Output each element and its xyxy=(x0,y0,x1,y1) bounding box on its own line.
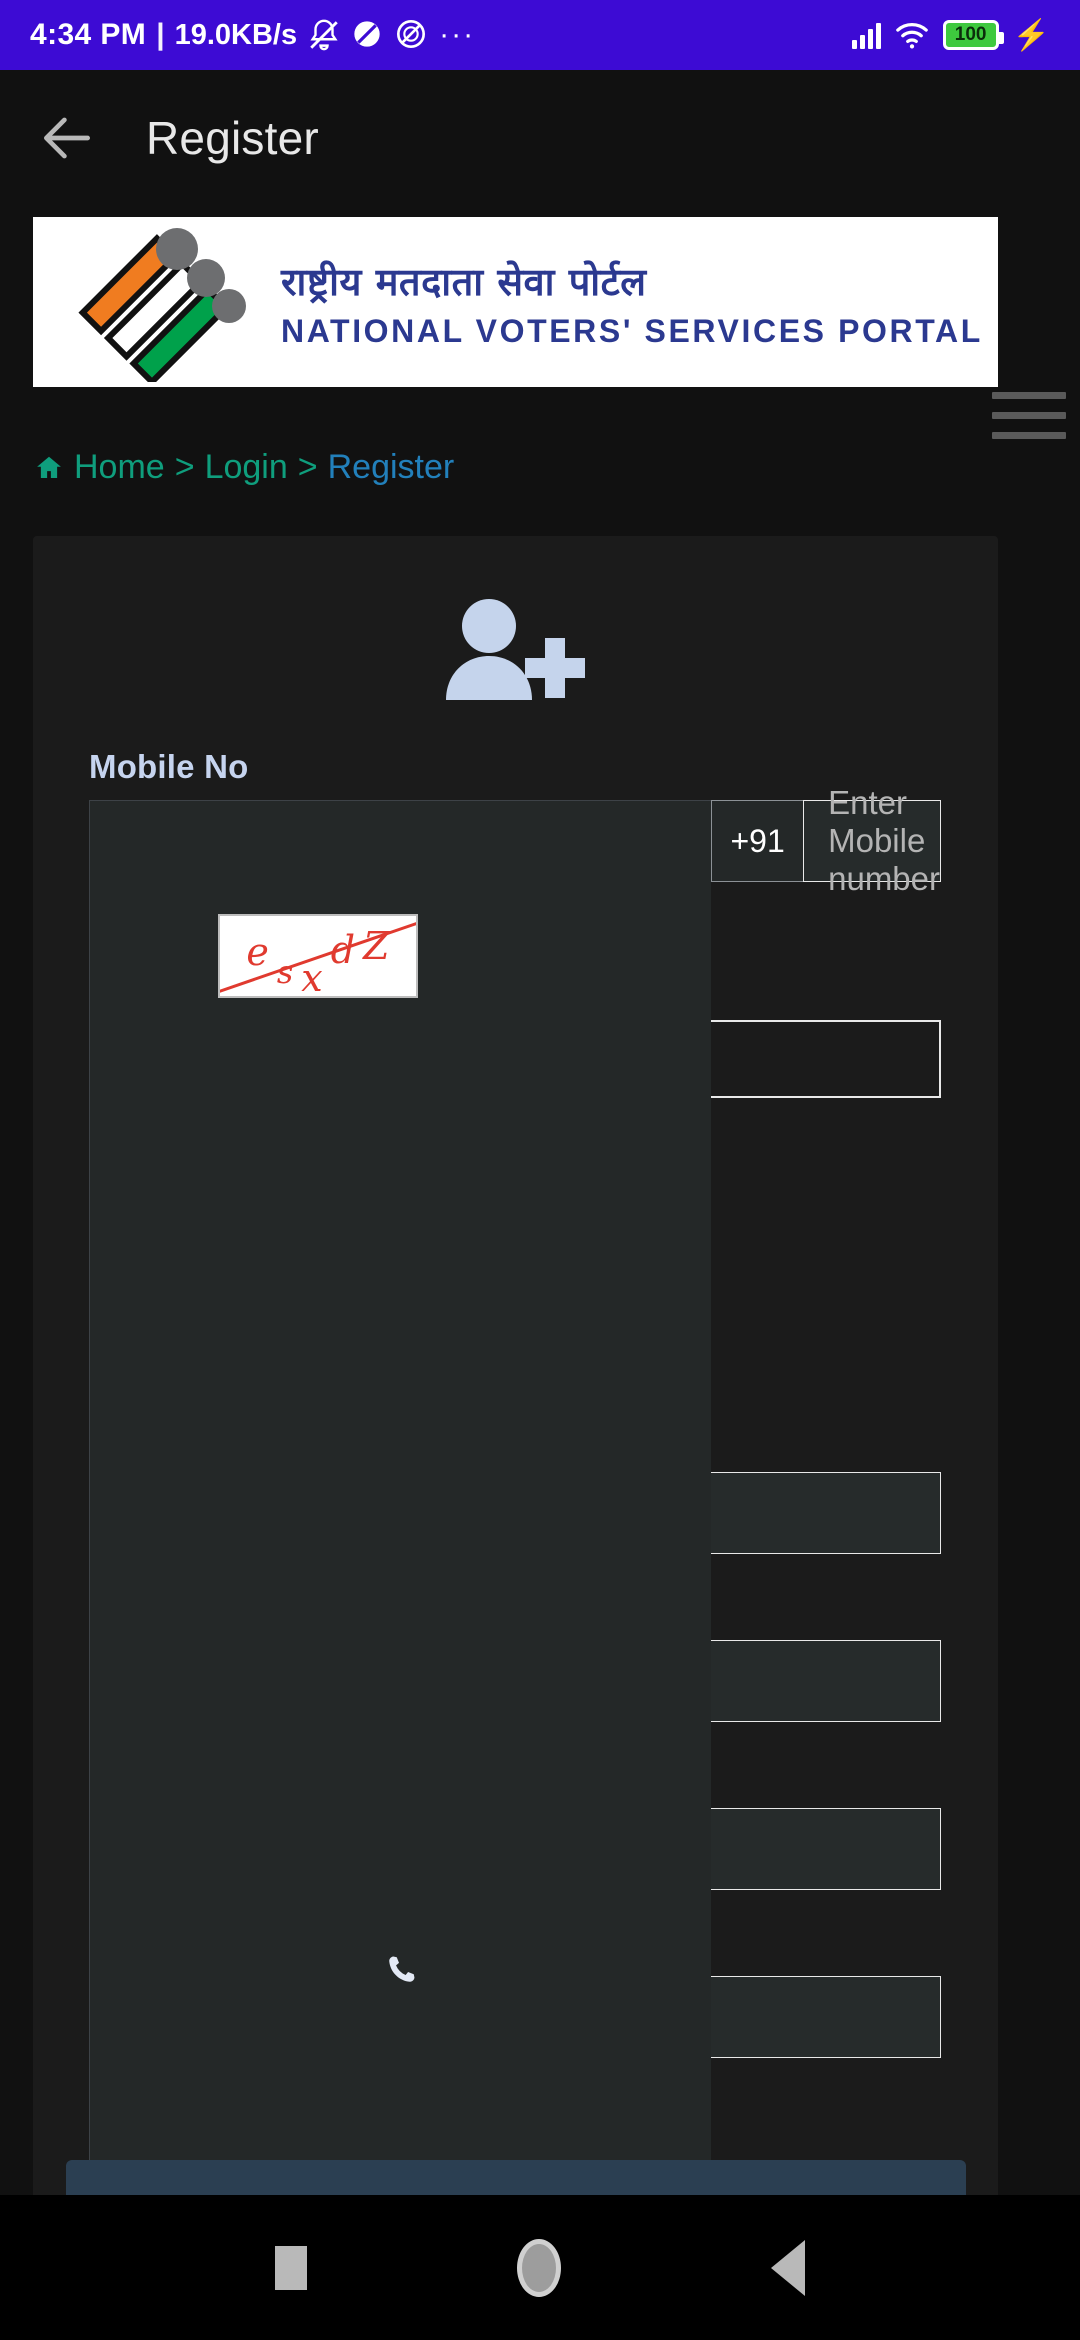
eci-voters-logo xyxy=(69,222,259,387)
banner-title-english: NATIONAL VOTERS' SERVICES PORTAL xyxy=(281,312,983,349)
app-bar: Register xyxy=(0,70,1080,205)
signal-bars-icon xyxy=(851,21,881,49)
banner-text: राष्ट्रीय मतदाता सेवा पोर्टल NATIONAL VO… xyxy=(281,255,983,350)
country-code: +91 xyxy=(711,800,804,882)
breadcrumb-separator-2: > xyxy=(297,448,318,486)
status-network-speed: 19.0KB/s xyxy=(174,18,298,51)
breadcrumb-login[interactable]: Login xyxy=(205,448,288,487)
page-title: Register xyxy=(146,111,319,164)
battery-level: 100 xyxy=(954,24,987,45)
mobile-input[interactable]: Enter Mobile number xyxy=(803,784,941,897)
menu-lines-icon[interactable] xyxy=(992,392,1066,452)
status-separator: | xyxy=(156,18,165,51)
charging-bolt-icon: ⚡ xyxy=(1012,18,1050,52)
banner-title-hindi: राष्ट्रीय मतदाता सेवा पोर्टल xyxy=(281,259,647,304)
home-circle-icon[interactable] xyxy=(517,2238,561,2297)
register-form-card: Mobile No +91 Enter Mobile number Captch… xyxy=(33,536,998,2206)
wifi-icon xyxy=(895,18,929,52)
captcha-char-1: e xyxy=(246,930,269,974)
breadcrumb: Home > Login > Register xyxy=(34,448,454,487)
breadcrumb-separator-1: > xyxy=(174,448,195,486)
captcha-image: e s x d Z xyxy=(217,914,418,998)
battery-indicator: 100 xyxy=(942,20,1004,50)
recents-square-icon[interactable] xyxy=(275,2245,307,2290)
back-triangle-icon[interactable] xyxy=(771,2239,805,2296)
mobile-field[interactable]: +91 Enter Mobile number xyxy=(89,784,941,2206)
status-bar-right: 100 ⚡ xyxy=(851,18,1050,53)
back-arrow-icon[interactable] xyxy=(36,107,98,169)
no-sound-icon xyxy=(395,18,429,52)
user-add-icon xyxy=(441,594,591,704)
bell-muted-icon xyxy=(307,18,341,52)
phone-icon xyxy=(89,800,712,2206)
breadcrumb-home[interactable]: Home xyxy=(74,448,165,487)
android-nav-bar xyxy=(0,2195,1080,2340)
dnd-icon xyxy=(351,18,385,52)
status-clock: 4:34 PM xyxy=(30,18,147,51)
status-bar: 4:34 PM | 19.0KB/s ··· 100 ⚡ xyxy=(0,0,1080,70)
captcha-char-5: Z xyxy=(363,924,390,968)
mobile-label: Mobile No xyxy=(89,748,249,785)
home-icon xyxy=(34,453,64,483)
portal-banner: राष्ट्रीय मतदाता सेवा पोर्टल NATIONAL VO… xyxy=(33,217,998,387)
overflow-dots-icon: ··· xyxy=(439,18,476,51)
phone-screen: 4:34 PM | 19.0KB/s ··· 100 ⚡ Register रा… xyxy=(0,0,1080,2340)
breadcrumb-register: Register xyxy=(327,448,455,486)
status-bar-left: 4:34 PM | 19.0KB/s ··· xyxy=(30,18,475,52)
